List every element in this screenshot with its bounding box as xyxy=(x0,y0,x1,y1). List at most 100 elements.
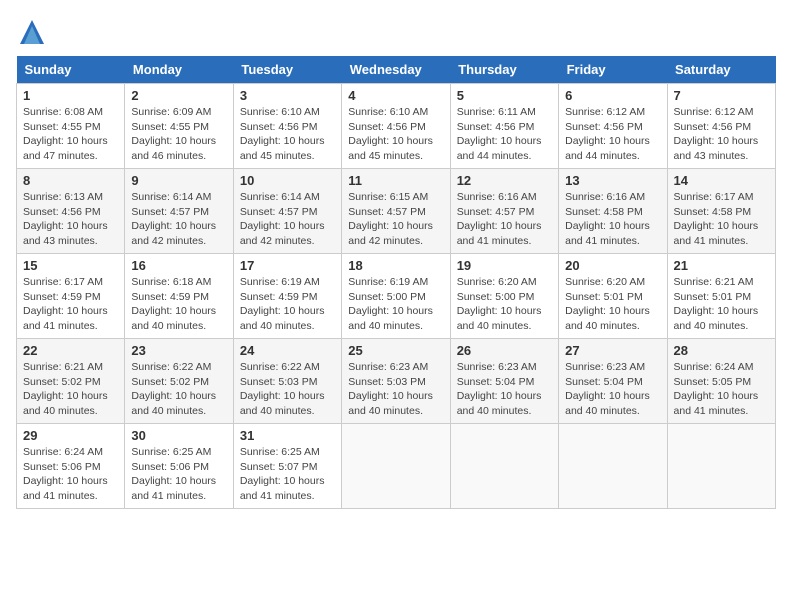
calendar-cell: 21 Sunrise: 6:21 AM Sunset: 5:01 PM Dayl… xyxy=(667,254,775,339)
day-info: Sunrise: 6:20 AM Sunset: 5:01 PM Dayligh… xyxy=(565,275,660,334)
day-number: 13 xyxy=(565,173,660,188)
day-info: Sunrise: 6:21 AM Sunset: 5:02 PM Dayligh… xyxy=(23,360,118,419)
day-number: 28 xyxy=(674,343,769,358)
week-row-1: 1 Sunrise: 6:08 AM Sunset: 4:55 PM Dayli… xyxy=(17,84,776,169)
day-info: Sunrise: 6:22 AM Sunset: 5:03 PM Dayligh… xyxy=(240,360,335,419)
calendar-cell xyxy=(342,424,450,509)
day-number: 31 xyxy=(240,428,335,443)
day-info: Sunrise: 6:22 AM Sunset: 5:02 PM Dayligh… xyxy=(131,360,226,419)
day-info: Sunrise: 6:25 AM Sunset: 5:06 PM Dayligh… xyxy=(131,445,226,504)
weekday-header-friday: Friday xyxy=(559,56,667,84)
day-number: 1 xyxy=(23,88,118,103)
weekday-header-saturday: Saturday xyxy=(667,56,775,84)
day-number: 23 xyxy=(131,343,226,358)
day-number: 14 xyxy=(674,173,769,188)
day-info: Sunrise: 6:09 AM Sunset: 4:55 PM Dayligh… xyxy=(131,105,226,164)
calendar-cell: 13 Sunrise: 6:16 AM Sunset: 4:58 PM Dayl… xyxy=(559,169,667,254)
week-row-2: 8 Sunrise: 6:13 AM Sunset: 4:56 PM Dayli… xyxy=(17,169,776,254)
calendar-cell: 20 Sunrise: 6:20 AM Sunset: 5:01 PM Dayl… xyxy=(559,254,667,339)
day-info: Sunrise: 6:16 AM Sunset: 4:57 PM Dayligh… xyxy=(457,190,552,249)
calendar-cell: 6 Sunrise: 6:12 AM Sunset: 4:56 PM Dayli… xyxy=(559,84,667,169)
day-number: 8 xyxy=(23,173,118,188)
day-number: 16 xyxy=(131,258,226,273)
calendar-cell: 24 Sunrise: 6:22 AM Sunset: 5:03 PM Dayl… xyxy=(233,339,341,424)
day-info: Sunrise: 6:08 AM Sunset: 4:55 PM Dayligh… xyxy=(23,105,118,164)
calendar-cell: 18 Sunrise: 6:19 AM Sunset: 5:00 PM Dayl… xyxy=(342,254,450,339)
day-number: 9 xyxy=(131,173,226,188)
day-number: 3 xyxy=(240,88,335,103)
calendar-cell: 27 Sunrise: 6:23 AM Sunset: 5:04 PM Dayl… xyxy=(559,339,667,424)
calendar-cell: 28 Sunrise: 6:24 AM Sunset: 5:05 PM Dayl… xyxy=(667,339,775,424)
day-info: Sunrise: 6:23 AM Sunset: 5:03 PM Dayligh… xyxy=(348,360,443,419)
calendar-table: SundayMondayTuesdayWednesdayThursdayFrid… xyxy=(16,56,776,509)
calendar-cell xyxy=(559,424,667,509)
day-info: Sunrise: 6:25 AM Sunset: 5:07 PM Dayligh… xyxy=(240,445,335,504)
calendar-cell xyxy=(667,424,775,509)
calendar-cell: 26 Sunrise: 6:23 AM Sunset: 5:04 PM Dayl… xyxy=(450,339,558,424)
day-number: 6 xyxy=(565,88,660,103)
calendar-cell: 1 Sunrise: 6:08 AM Sunset: 4:55 PM Dayli… xyxy=(17,84,125,169)
day-number: 2 xyxy=(131,88,226,103)
calendar-cell: 25 Sunrise: 6:23 AM Sunset: 5:03 PM Dayl… xyxy=(342,339,450,424)
page-header xyxy=(16,16,776,48)
day-info: Sunrise: 6:19 AM Sunset: 4:59 PM Dayligh… xyxy=(240,275,335,334)
day-info: Sunrise: 6:21 AM Sunset: 5:01 PM Dayligh… xyxy=(674,275,769,334)
day-info: Sunrise: 6:10 AM Sunset: 4:56 PM Dayligh… xyxy=(348,105,443,164)
day-number: 24 xyxy=(240,343,335,358)
day-info: Sunrise: 6:18 AM Sunset: 4:59 PM Dayligh… xyxy=(131,275,226,334)
calendar-cell: 12 Sunrise: 6:16 AM Sunset: 4:57 PM Dayl… xyxy=(450,169,558,254)
day-number: 22 xyxy=(23,343,118,358)
day-number: 11 xyxy=(348,173,443,188)
day-number: 21 xyxy=(674,258,769,273)
calendar-header-row: SundayMondayTuesdayWednesdayThursdayFrid… xyxy=(17,56,776,84)
day-info: Sunrise: 6:17 AM Sunset: 4:58 PM Dayligh… xyxy=(674,190,769,249)
day-info: Sunrise: 6:15 AM Sunset: 4:57 PM Dayligh… xyxy=(348,190,443,249)
day-info: Sunrise: 6:24 AM Sunset: 5:06 PM Dayligh… xyxy=(23,445,118,504)
calendar-cell: 30 Sunrise: 6:25 AM Sunset: 5:06 PM Dayl… xyxy=(125,424,233,509)
weekday-header-sunday: Sunday xyxy=(17,56,125,84)
day-number: 29 xyxy=(23,428,118,443)
calendar-cell xyxy=(450,424,558,509)
day-info: Sunrise: 6:23 AM Sunset: 5:04 PM Dayligh… xyxy=(457,360,552,419)
day-info: Sunrise: 6:19 AM Sunset: 5:00 PM Dayligh… xyxy=(348,275,443,334)
day-info: Sunrise: 6:16 AM Sunset: 4:58 PM Dayligh… xyxy=(565,190,660,249)
weekday-header-thursday: Thursday xyxy=(450,56,558,84)
calendar-cell: 31 Sunrise: 6:25 AM Sunset: 5:07 PM Dayl… xyxy=(233,424,341,509)
calendar-cell: 23 Sunrise: 6:22 AM Sunset: 5:02 PM Dayl… xyxy=(125,339,233,424)
day-number: 27 xyxy=(565,343,660,358)
day-number: 18 xyxy=(348,258,443,273)
calendar-cell: 7 Sunrise: 6:12 AM Sunset: 4:56 PM Dayli… xyxy=(667,84,775,169)
day-number: 12 xyxy=(457,173,552,188)
calendar-cell: 16 Sunrise: 6:18 AM Sunset: 4:59 PM Dayl… xyxy=(125,254,233,339)
calendar-cell: 2 Sunrise: 6:09 AM Sunset: 4:55 PM Dayli… xyxy=(125,84,233,169)
logo-icon xyxy=(16,16,48,48)
day-number: 17 xyxy=(240,258,335,273)
day-number: 7 xyxy=(674,88,769,103)
day-number: 10 xyxy=(240,173,335,188)
weekday-header-wednesday: Wednesday xyxy=(342,56,450,84)
day-info: Sunrise: 6:14 AM Sunset: 4:57 PM Dayligh… xyxy=(240,190,335,249)
calendar-cell: 15 Sunrise: 6:17 AM Sunset: 4:59 PM Dayl… xyxy=(17,254,125,339)
calendar-cell: 3 Sunrise: 6:10 AM Sunset: 4:56 PM Dayli… xyxy=(233,84,341,169)
day-info: Sunrise: 6:13 AM Sunset: 4:56 PM Dayligh… xyxy=(23,190,118,249)
day-number: 5 xyxy=(457,88,552,103)
day-info: Sunrise: 6:12 AM Sunset: 4:56 PM Dayligh… xyxy=(565,105,660,164)
calendar-cell: 29 Sunrise: 6:24 AM Sunset: 5:06 PM Dayl… xyxy=(17,424,125,509)
day-info: Sunrise: 6:20 AM Sunset: 5:00 PM Dayligh… xyxy=(457,275,552,334)
day-number: 25 xyxy=(348,343,443,358)
day-number: 19 xyxy=(457,258,552,273)
calendar-cell: 8 Sunrise: 6:13 AM Sunset: 4:56 PM Dayli… xyxy=(17,169,125,254)
day-info: Sunrise: 6:23 AM Sunset: 5:04 PM Dayligh… xyxy=(565,360,660,419)
day-info: Sunrise: 6:24 AM Sunset: 5:05 PM Dayligh… xyxy=(674,360,769,419)
day-info: Sunrise: 6:12 AM Sunset: 4:56 PM Dayligh… xyxy=(674,105,769,164)
day-number: 30 xyxy=(131,428,226,443)
calendar-cell: 17 Sunrise: 6:19 AM Sunset: 4:59 PM Dayl… xyxy=(233,254,341,339)
day-info: Sunrise: 6:10 AM Sunset: 4:56 PM Dayligh… xyxy=(240,105,335,164)
calendar-cell: 22 Sunrise: 6:21 AM Sunset: 5:02 PM Dayl… xyxy=(17,339,125,424)
calendar-cell: 4 Sunrise: 6:10 AM Sunset: 4:56 PM Dayli… xyxy=(342,84,450,169)
calendar-cell: 5 Sunrise: 6:11 AM Sunset: 4:56 PM Dayli… xyxy=(450,84,558,169)
weekday-header-tuesday: Tuesday xyxy=(233,56,341,84)
day-info: Sunrise: 6:14 AM Sunset: 4:57 PM Dayligh… xyxy=(131,190,226,249)
calendar-cell: 11 Sunrise: 6:15 AM Sunset: 4:57 PM Dayl… xyxy=(342,169,450,254)
day-number: 4 xyxy=(348,88,443,103)
